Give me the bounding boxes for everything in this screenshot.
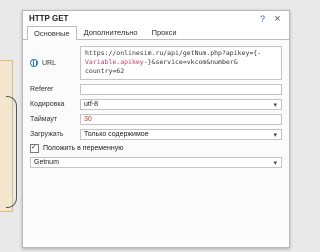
- load-value: Только содержимое: [84, 131, 149, 138]
- url-line-3: country=62: [85, 67, 125, 75]
- put-variable-label: Положить в переменную: [43, 145, 124, 152]
- variable-value: Getnum: [34, 159, 59, 166]
- timeout-label: Таймаут: [30, 116, 58, 123]
- referer-row: Referer: [30, 84, 282, 95]
- http-get-dialog: HTTP GET ? × Основные Дополнительно Прок…: [22, 10, 290, 248]
- timeout-input[interactable]: 30: [80, 114, 282, 125]
- referer-input[interactable]: [80, 84, 282, 95]
- dialog-titlebar[interactable]: HTTP GET ? ×: [23, 11, 289, 26]
- encoding-row: Кодировка utf-8 ▾: [30, 99, 282, 110]
- tab-basic[interactable]: Основные: [27, 26, 77, 40]
- referer-label: Referer: [30, 86, 54, 93]
- background-connector: [6, 96, 17, 208]
- encoding-select[interactable]: utf-8 ▾: [80, 99, 282, 110]
- tab-proxy[interactable]: Прокси: [145, 25, 184, 39]
- put-variable-row: Положить в переменную: [30, 143, 282, 153]
- chevron-down-icon: ▾: [273, 160, 277, 167]
- load-select[interactable]: Только содержимое ▾: [80, 129, 282, 140]
- encoding-label: Кодировка: [30, 101, 65, 108]
- close-icon[interactable]: ×: [272, 13, 283, 25]
- chevron-down-icon: ▾: [273, 102, 277, 109]
- url-variable: Variable.apikey: [85, 58, 144, 66]
- url-line-2: -}&service=vkcom&number&: [143, 58, 238, 66]
- tab-content: URL https://onlinesim.ru/api/getNum.php?…: [23, 40, 289, 239]
- encoding-value: utf-8: [84, 101, 99, 108]
- variable-row: Getnum ▾: [30, 157, 282, 168]
- tab-advanced[interactable]: Дополнительно: [77, 25, 145, 39]
- tab-bar: Основные Дополнительно Прокси: [23, 26, 289, 40]
- put-variable-checkbox[interactable]: [30, 143, 39, 153]
- load-label: Загружать: [30, 131, 64, 138]
- url-line-1: https://onlinesim.ru/api/getNum.php?apik…: [85, 49, 262, 57]
- load-row: Загружать Только содержимое ▾: [30, 129, 282, 140]
- url-label: URL: [42, 59, 57, 67]
- url-row: URL https://onlinesim.ru/api/getNum.php?…: [30, 46, 282, 80]
- globe-icon: [30, 59, 38, 67]
- url-input[interactable]: https://onlinesim.ru/api/getNum.php?apik…: [80, 46, 282, 80]
- dialog-title: HTTP GET: [29, 14, 69, 23]
- variable-select[interactable]: Getnum ▾: [30, 157, 282, 168]
- help-icon[interactable]: ?: [257, 13, 268, 24]
- timeout-row: Таймаут 30: [30, 114, 282, 125]
- chevron-down-icon: ▾: [273, 132, 277, 139]
